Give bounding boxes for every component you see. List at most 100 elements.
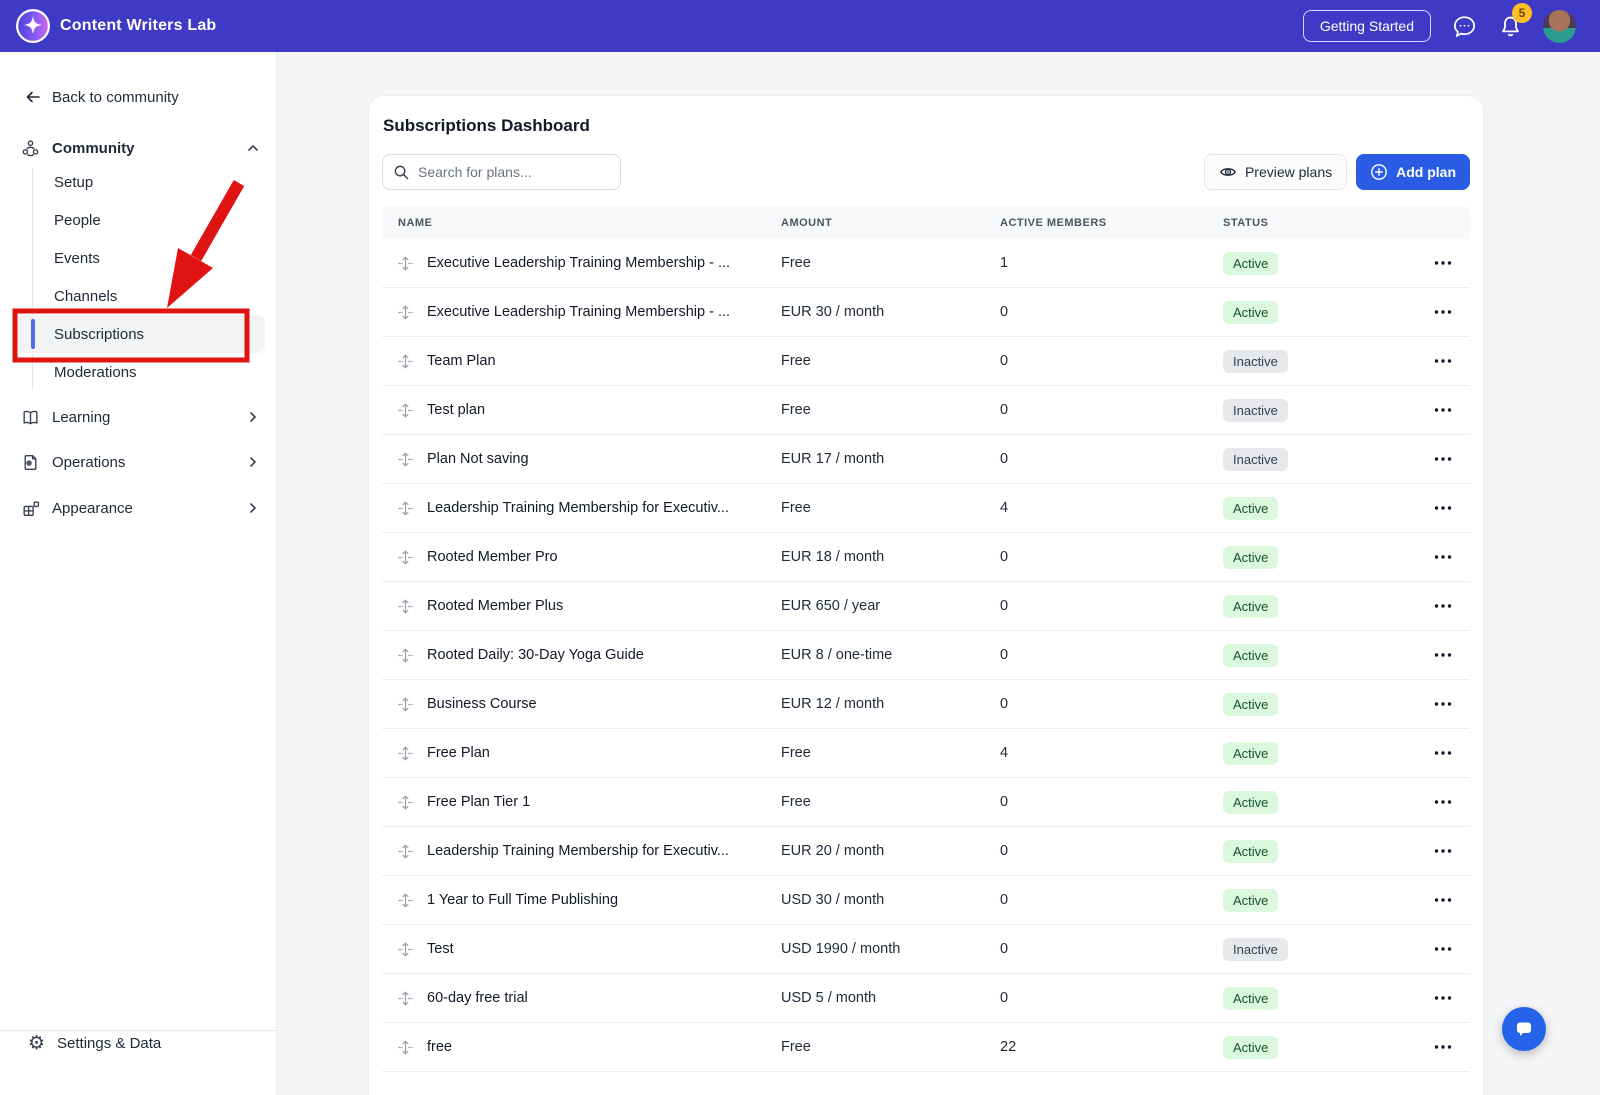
- row-menu-button[interactable]: [1430, 844, 1456, 858]
- drag-handle-icon[interactable]: [398, 452, 413, 467]
- plan-amount: Free: [781, 500, 1000, 516]
- table-row[interactable]: Team Plan Free 0 Inactive: [382, 337, 1470, 386]
- notifications-bell-icon[interactable]: 5: [1497, 13, 1523, 39]
- ellipsis-icon: [1434, 260, 1452, 266]
- sidebar-section-learning[interactable]: Learning: [20, 403, 260, 431]
- sidebar-section-operations[interactable]: Operations: [20, 448, 260, 476]
- table-row[interactable]: Free Plan Free 4 Active: [382, 729, 1470, 778]
- status-badge: Active: [1223, 791, 1278, 814]
- table-row[interactable]: Free Plan Tier 1 Free 0 Active: [382, 778, 1470, 827]
- row-menu-button[interactable]: [1430, 599, 1456, 613]
- add-plan-button[interactable]: Add plan: [1356, 154, 1470, 190]
- active-members-count: 0: [1000, 402, 1223, 418]
- status-badge: Active: [1223, 595, 1278, 618]
- plans-table: Name Amount Active members Status Execut: [382, 206, 1470, 1072]
- table-row[interactable]: Rooted Daily: 30-Day Yoga Guide EUR 8 / …: [382, 631, 1470, 680]
- app-logo-icon[interactable]: [16, 9, 50, 43]
- row-menu-button[interactable]: [1430, 305, 1456, 319]
- sidebar-item-settings-data[interactable]: ⚙ Settings & Data: [28, 1027, 161, 1059]
- drag-handle-icon[interactable]: [398, 305, 413, 320]
- row-menu-button[interactable]: [1430, 354, 1456, 368]
- row-menu-button[interactable]: [1430, 256, 1456, 270]
- row-menu-button[interactable]: [1430, 648, 1456, 662]
- sidebar-item-setup[interactable]: Setup: [16, 163, 265, 201]
- sidebar-item-subscriptions[interactable]: Subscriptions: [16, 315, 265, 353]
- table-row[interactable]: free Free 22 Active: [382, 1023, 1470, 1072]
- row-menu-button[interactable]: [1430, 942, 1456, 956]
- user-avatar[interactable]: [1543, 10, 1576, 43]
- plus-circle-icon: [1370, 163, 1388, 181]
- drag-handle-icon[interactable]: [398, 991, 413, 1006]
- drag-handle-icon[interactable]: [398, 403, 413, 418]
- drag-handle-icon[interactable]: [398, 844, 413, 859]
- sidebar-item-events[interactable]: Events: [16, 239, 265, 277]
- drag-handle-icon[interactable]: [398, 599, 413, 614]
- drag-handle-icon[interactable]: [398, 795, 413, 810]
- ellipsis-icon: [1434, 554, 1452, 560]
- back-to-community-link[interactable]: Back to community: [24, 88, 179, 106]
- sidebar-section-appearance[interactable]: Appearance: [20, 494, 260, 522]
- plan-amount: EUR 650 / year: [781, 598, 1000, 614]
- ellipsis-icon: [1434, 309, 1452, 315]
- drag-handle-icon[interactable]: [398, 648, 413, 663]
- row-menu-button[interactable]: [1430, 550, 1456, 564]
- gear-icon: ⚙: [28, 1034, 45, 1053]
- drag-handle-icon[interactable]: [398, 354, 413, 369]
- drag-handle-icon[interactable]: [398, 893, 413, 908]
- table-row[interactable]: Test USD 1990 / month 0 Inactive: [382, 925, 1470, 974]
- table-body: Executive Leadership Training Membership…: [382, 239, 1470, 1072]
- search-plans-field[interactable]: [382, 154, 621, 190]
- sidebar-section-community[interactable]: Community: [20, 134, 260, 162]
- table-row[interactable]: Rooted Member Pro EUR 18 / month 0 Activ…: [382, 533, 1470, 582]
- top-bar: Content Writers Lab Getting Started 5: [0, 0, 1600, 52]
- table-row[interactable]: 60-day free trial USD 5 / month 0 Active: [382, 974, 1470, 1023]
- sidebar-item-moderations[interactable]: Moderations: [16, 353, 265, 391]
- row-menu-button[interactable]: [1430, 403, 1456, 417]
- row-menu-button[interactable]: [1430, 795, 1456, 809]
- table-row[interactable]: Rooted Member Plus EUR 650 / year 0 Acti…: [382, 582, 1470, 631]
- row-menu-button[interactable]: [1430, 746, 1456, 760]
- status-badge: Active: [1223, 301, 1278, 324]
- chevron-right-icon: [246, 501, 260, 515]
- page-title: Subscriptions Dashboard: [383, 116, 1470, 136]
- table-row[interactable]: Test plan Free 0 Inactive: [382, 386, 1470, 435]
- preview-plans-button[interactable]: Preview plans: [1204, 154, 1347, 190]
- drag-handle-icon[interactable]: [398, 256, 413, 271]
- ellipsis-icon: [1434, 1044, 1452, 1050]
- drag-handle-icon[interactable]: [398, 550, 413, 565]
- status-badge: Active: [1223, 546, 1278, 569]
- plan-name: 1 Year to Full Time Publishing: [427, 892, 618, 908]
- ellipsis-icon: [1434, 358, 1452, 364]
- table-row[interactable]: Plan Not saving EUR 17 / month 0 Inactiv…: [382, 435, 1470, 484]
- chat-widget-button[interactable]: [1502, 1007, 1546, 1051]
- table-header-row: Name Amount Active members Status: [382, 206, 1470, 239]
- plan-amount: USD 30 / month: [781, 892, 1000, 908]
- row-menu-button[interactable]: [1430, 501, 1456, 515]
- table-row[interactable]: Executive Leadership Training Membership…: [382, 288, 1470, 337]
- eye-icon: [1219, 163, 1237, 181]
- row-menu-button[interactable]: [1430, 452, 1456, 466]
- drag-handle-icon[interactable]: [398, 942, 413, 957]
- search-input[interactable]: [418, 164, 610, 180]
- sidebar-item-channels[interactable]: Channels: [16, 277, 265, 315]
- row-menu-button[interactable]: [1430, 893, 1456, 907]
- row-menu-button[interactable]: [1430, 697, 1456, 711]
- table-row[interactable]: Leadership Training Membership for Execu…: [382, 484, 1470, 533]
- getting-started-button[interactable]: Getting Started: [1303, 10, 1431, 42]
- messages-icon[interactable]: [1451, 13, 1477, 39]
- active-members-count: 1: [1000, 255, 1223, 271]
- ellipsis-icon: [1434, 652, 1452, 658]
- table-row[interactable]: 1 Year to Full Time Publishing USD 30 / …: [382, 876, 1470, 925]
- drag-handle-icon[interactable]: [398, 697, 413, 712]
- row-menu-button[interactable]: [1430, 991, 1456, 1005]
- table-row[interactable]: Leadership Training Membership for Execu…: [382, 827, 1470, 876]
- sidebar-item-people[interactable]: People: [16, 201, 265, 239]
- row-menu-button[interactable]: [1430, 1040, 1456, 1054]
- table-row[interactable]: Business Course EUR 12 / month 0 Active: [382, 680, 1470, 729]
- status-badge: Active: [1223, 1036, 1278, 1059]
- drag-handle-icon[interactable]: [398, 501, 413, 516]
- table-row[interactable]: Executive Leadership Training Membership…: [382, 239, 1470, 288]
- ellipsis-icon: [1434, 701, 1452, 707]
- drag-handle-icon[interactable]: [398, 746, 413, 761]
- drag-handle-icon[interactable]: [398, 1040, 413, 1055]
